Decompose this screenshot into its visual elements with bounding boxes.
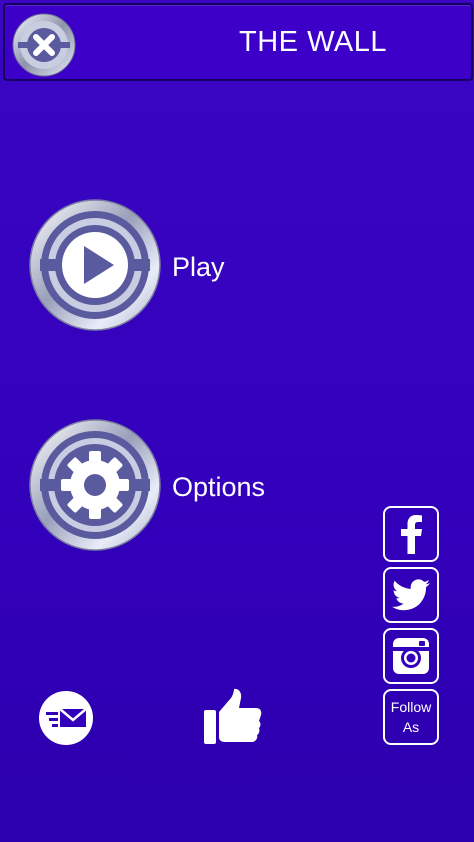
twitter-button[interactable] <box>383 567 439 623</box>
options-button[interactable] <box>28 418 162 552</box>
facebook-icon <box>401 515 422 554</box>
facebook-button[interactable] <box>383 506 439 562</box>
gear-icon <box>29 419 161 551</box>
follow-line-1: Follow <box>390 699 432 715</box>
mail-button[interactable] <box>38 690 94 746</box>
mail-icon <box>39 691 93 745</box>
page-title: THE WALL <box>239 25 387 58</box>
header-bar: THE WALL <box>3 3 473 81</box>
follow-line-2: As <box>402 719 420 735</box>
close-button[interactable] <box>11 12 77 78</box>
follow-label: Follow As <box>391 697 431 737</box>
instagram-icon <box>393 638 429 674</box>
play-button[interactable] <box>28 198 162 332</box>
instagram-button[interactable] <box>383 628 439 684</box>
like-button[interactable] <box>203 688 263 746</box>
play-icon <box>29 199 161 331</box>
close-icon <box>12 13 76 77</box>
follow-us-button[interactable]: Follow As <box>383 689 439 745</box>
options-label[interactable]: Options <box>172 472 265 503</box>
play-label[interactable]: Play <box>172 252 225 283</box>
twitter-icon <box>392 579 430 611</box>
thumbs-up-icon <box>204 688 262 744</box>
